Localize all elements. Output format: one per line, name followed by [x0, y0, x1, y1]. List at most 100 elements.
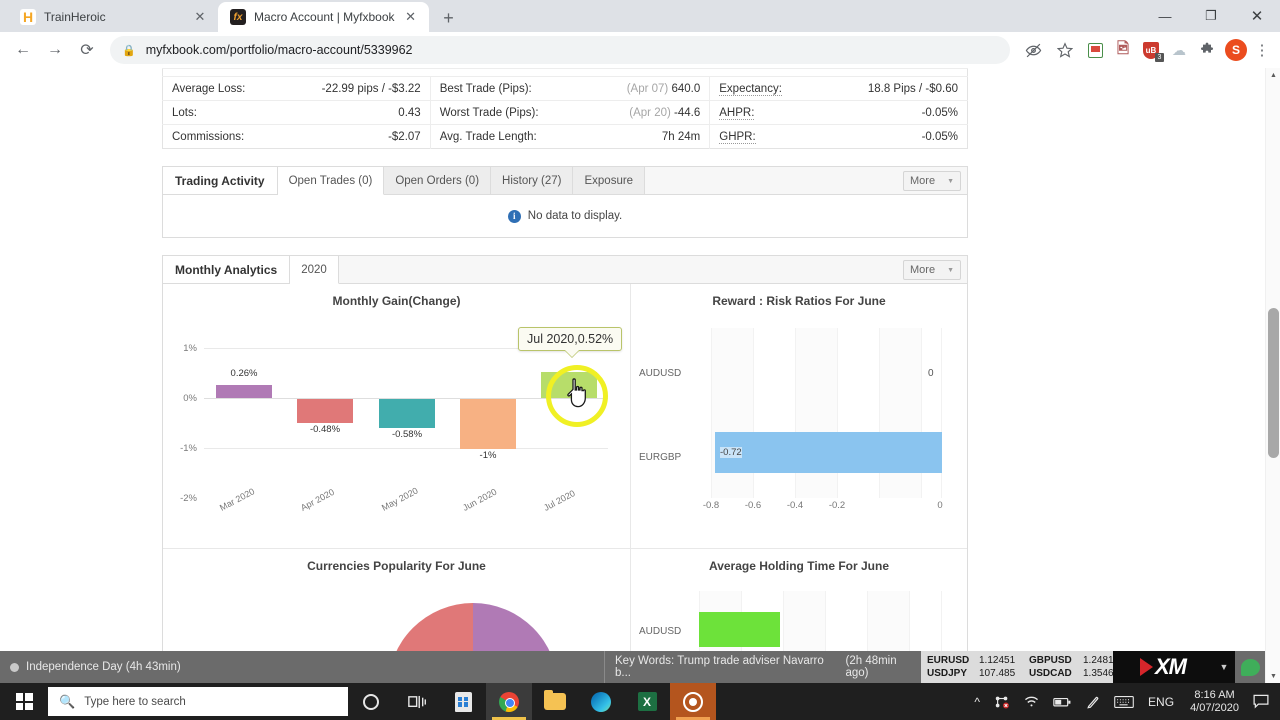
extension-ublock-icon[interactable]: uB 3	[1138, 37, 1164, 63]
tab-exposure[interactable]: Exposure	[573, 167, 646, 194]
myfxbook-icon: fx	[230, 9, 246, 25]
page-viewport: Average Loss: -22.99 pips / -$3.22 Best …	[0, 68, 1280, 683]
bar-apr-2020[interactable]	[297, 399, 353, 423]
cortana-icon[interactable]	[348, 683, 394, 720]
start-button[interactable]	[0, 683, 48, 720]
stat-label: Expectancy:	[709, 76, 850, 101]
x-tick-label: Jul 2020	[542, 488, 577, 513]
notifications-icon[interactable]	[1248, 694, 1274, 709]
stat-value: (Apr 07) 640.0	[579, 76, 710, 101]
extension-cloud-icon[interactable]: ☁	[1166, 37, 1192, 63]
google-chrome-icon[interactable]	[486, 683, 532, 720]
more-button[interactable]: More ▼	[903, 260, 961, 280]
search-input[interactable]: 🔍 Type here to search	[48, 687, 348, 716]
show-hidden-icons-icon[interactable]: ^	[967, 683, 987, 720]
close-icon[interactable]: ✕	[403, 9, 419, 25]
clock[interactable]: 8:16 AM 4/07/2020	[1181, 689, 1248, 715]
bar-audusd[interactable]	[699, 612, 780, 647]
chart-title: Reward : Risk Ratios For June	[712, 294, 886, 308]
clock-time: 8:16 AM	[1194, 688, 1235, 701]
gridline	[204, 448, 608, 449]
ticker-event-label: Independence Day (4h 43min)	[26, 661, 181, 673]
quote-pair: EURUSD	[927, 655, 970, 666]
account-statistics-table: Average Loss: -22.99 pips / -$3.22 Best …	[162, 68, 1103, 149]
table-row-cut	[162, 68, 968, 77]
extension-calendar-icon[interactable]	[1082, 37, 1108, 63]
maximize-button[interactable]: ❐	[1188, 0, 1234, 32]
bar-eurgbp[interactable]	[715, 432, 942, 473]
reload-icon[interactable]: ⟳	[72, 35, 102, 65]
browser-toolbar: ← → ⟳ 🔒 myfxbook.com/portfolio/macro-acc…	[0, 32, 1280, 68]
stat-label: Best Trade (Pips):	[429, 76, 580, 101]
network-error-icon[interactable]	[987, 683, 1017, 720]
panel-header: Monthly Analytics 2020 More ▼	[163, 256, 967, 284]
excel-icon[interactable]: X	[624, 683, 670, 720]
url-text: myfxbook.com/portfolio/macro-account/533…	[145, 43, 413, 57]
stat-number: 640.0	[671, 82, 701, 95]
ticker-quotes[interactable]: EURUSD 1.12451 GBPUSD 1.24816 USDJPY 107…	[921, 651, 1119, 683]
scroll-down-icon[interactable]: ▼	[1266, 669, 1280, 683]
wifi-icon[interactable]	[1017, 683, 1046, 720]
stat-value: 7h 24m	[579, 124, 710, 149]
reward-risk-chart: Reward : Risk Ratios For June AUDUSD EUR…	[631, 284, 967, 549]
live-chat-button[interactable]	[1235, 651, 1265, 683]
stat-value: (Apr 20) -44.6	[579, 100, 710, 125]
table-row: Average Loss: -22.99 pips / -$3.22 Best …	[162, 76, 968, 101]
panel-header: Trading Activity Open Trades (0) Open Or…	[163, 167, 967, 195]
close-window-button[interactable]: ✕	[1234, 0, 1280, 32]
tab-history[interactable]: History (27)	[491, 167, 574, 194]
info-icon: i	[507, 209, 521, 223]
file-explorer-icon[interactable]	[532, 683, 578, 720]
quote-price: 107.485	[979, 668, 1016, 679]
pen-icon[interactable]	[1079, 683, 1107, 720]
avatar[interactable]: S	[1225, 39, 1247, 61]
close-icon[interactable]: ✕	[192, 9, 208, 25]
panel-body: i No data to display.	[163, 195, 967, 237]
battery-icon[interactable]	[1046, 683, 1079, 720]
task-view-icon[interactable]	[394, 683, 440, 720]
back-icon[interactable]: ←	[8, 35, 38, 65]
microsoft-store-icon[interactable]	[440, 683, 486, 720]
search-icon: 🔍	[59, 693, 76, 709]
bookmark-star-icon[interactable]	[1050, 35, 1080, 65]
scroll-up-icon[interactable]: ▲	[1266, 68, 1280, 82]
microsoft-edge-icon[interactable]	[578, 683, 624, 720]
language-indicator[interactable]: ENG	[1141, 683, 1181, 720]
page-scrollbar[interactable]: ▲ ▼	[1265, 68, 1280, 683]
keyboard-icon[interactable]	[1107, 683, 1141, 720]
bar-mar-2020[interactable]	[216, 385, 272, 398]
monthly-gain-chart: Monthly Gain(Change) 1% 0% -1% -2% 0.26%…	[163, 284, 631, 549]
xm-logo[interactable]: XM	[1113, 651, 1213, 683]
stat-value: 0.43	[302, 100, 431, 125]
status-dot-icon	[10, 662, 19, 672]
clock-date: 4/07/2020	[1190, 701, 1239, 714]
ticker-event[interactable]: Independence Day (4h 43min)	[0, 651, 605, 683]
new-tab-button[interactable]: +	[435, 4, 463, 32]
chart-plot-area: AUDUSD EURGBP 0 -0.72 -0.8 -0.6 -0.4 -0.…	[631, 310, 967, 532]
ticker-collapse-icon[interactable]: ▼	[1213, 651, 1235, 683]
bar-jun-2020[interactable]	[460, 399, 516, 449]
browser-menu-icon[interactable]: ⋮	[1252, 41, 1272, 59]
address-bar[interactable]: 🔒 myfxbook.com/portfolio/macro-account/5…	[110, 36, 1010, 64]
system-tray: ^ ENG 8:16 AM 4/07/2020	[967, 683, 1280, 720]
table-row: Lots: 0.43 Worst Trade (Pips): (Apr 20) …	[162, 100, 968, 125]
eye-slash-icon[interactable]	[1018, 35, 1048, 65]
y-tick-label: 1%	[183, 343, 197, 354]
browser-tab-trainheroic[interactable]: H TrainHeroic ✕	[8, 2, 218, 32]
ticker-news[interactable]: Key Words: Trump trade adviser Navarro b…	[605, 651, 921, 683]
extensions-puzzle-icon[interactable]	[1194, 37, 1220, 63]
extension-pdf-icon[interactable]: 🖻	[1110, 37, 1136, 63]
browser-tab-myfxbook[interactable]: fx Macro Account | Myfxbook ✕	[218, 2, 429, 32]
screen-recorder-icon[interactable]	[670, 683, 716, 720]
minimize-button[interactable]: —	[1142, 0, 1188, 32]
tab-open-orders[interactable]: Open Orders (0)	[384, 167, 492, 194]
tab-open-trades[interactable]: Open Trades (0)	[277, 167, 385, 195]
scrollbar-thumb[interactable]	[1268, 308, 1279, 458]
panel-title: Trading Activity	[163, 167, 278, 194]
tab-year-2020[interactable]: 2020	[290, 256, 339, 284]
more-label: More	[910, 264, 936, 276]
more-button[interactable]: More ▼	[903, 171, 961, 191]
bar-may-2020[interactable]	[379, 399, 435, 428]
mouse-cursor-icon	[566, 378, 592, 411]
forward-icon[interactable]: →	[40, 35, 70, 65]
